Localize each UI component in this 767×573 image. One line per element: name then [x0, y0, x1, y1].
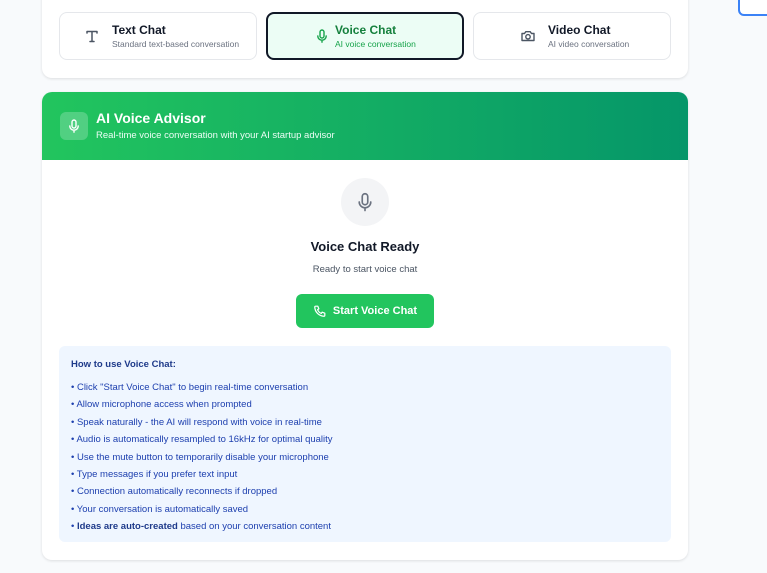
video-chat-title: Video Chat — [548, 22, 611, 37]
voice-advisor-card: AI Voice Advisor Real-time voice convers… — [42, 92, 688, 560]
text-chat-title: Text Chat — [112, 22, 166, 37]
voice-chat-option[interactable]: Voice Chat AI voice conversation — [266, 12, 464, 60]
voice-advisor-title: AI Voice Advisor — [96, 110, 206, 126]
video-chat-option[interactable]: Video Chat AI video conversation — [473, 12, 671, 60]
video-chat-subtitle: AI video conversation — [548, 38, 630, 49]
phone-icon — [313, 304, 327, 318]
list-item: • Allow microphone access when prompted — [71, 399, 252, 411]
voice-chat-instructions: How to use Voice Chat: • Click "Start Vo… — [59, 346, 671, 542]
instructions-list: • Click "Start Voice Chat" to begin real… — [71, 379, 659, 536]
mic-icon — [312, 26, 332, 46]
list-item: • Ideas are auto-created based on your c… — [71, 521, 331, 533]
ideas-rest-text: based on your conversation content — [177, 521, 331, 533]
list-item: • Use the mute button to temporarily dis… — [71, 451, 329, 463]
list-item: • Click "Start Voice Chat" to begin real… — [71, 382, 309, 393]
list-item: • Your conversation is automatically sav… — [71, 503, 249, 515]
partial-panel-edge — [738, 0, 767, 16]
list-item: • Speak naturally - the AI will respond … — [71, 416, 322, 428]
voice-advisor-subtitle: Real-time voice conversation with your A… — [96, 130, 335, 141]
voice-advisor-header: AI Voice Advisor Real-time voice convers… — [42, 92, 688, 160]
ideas-bold-text: Ideas are auto-created — [76, 521, 178, 533]
camera-icon — [518, 26, 538, 46]
list-item: • Type messages if you prefer text input — [71, 469, 238, 481]
mic-icon — [60, 112, 88, 140]
chat-mode-selector: Text Chat Standard text-based conversati… — [42, 0, 688, 78]
list-item: • Audio is automatically resampled to 16… — [71, 434, 333, 446]
mic-status-icon — [341, 178, 389, 226]
instructions-title: How to use Voice Chat: — [71, 359, 176, 370]
voice-status-subtitle: Ready to start voice chat — [312, 264, 418, 275]
text-chat-subtitle: Standard text-based conversation — [112, 38, 240, 49]
text-chat-option[interactable]: Text Chat Standard text-based conversati… — [59, 12, 257, 60]
voice-chat-title: Voice Chat — [335, 22, 397, 37]
list-item: • Connection automatically reconnects if… — [71, 486, 278, 498]
voice-chat-subtitle: AI voice conversation — [335, 38, 416, 49]
voice-status-title: Voice Chat Ready — [310, 239, 420, 254]
start-voice-chat-label: Start Voice Chat — [332, 305, 418, 317]
text-icon — [82, 26, 102, 46]
start-voice-chat-button[interactable]: Start Voice Chat — [296, 294, 434, 328]
